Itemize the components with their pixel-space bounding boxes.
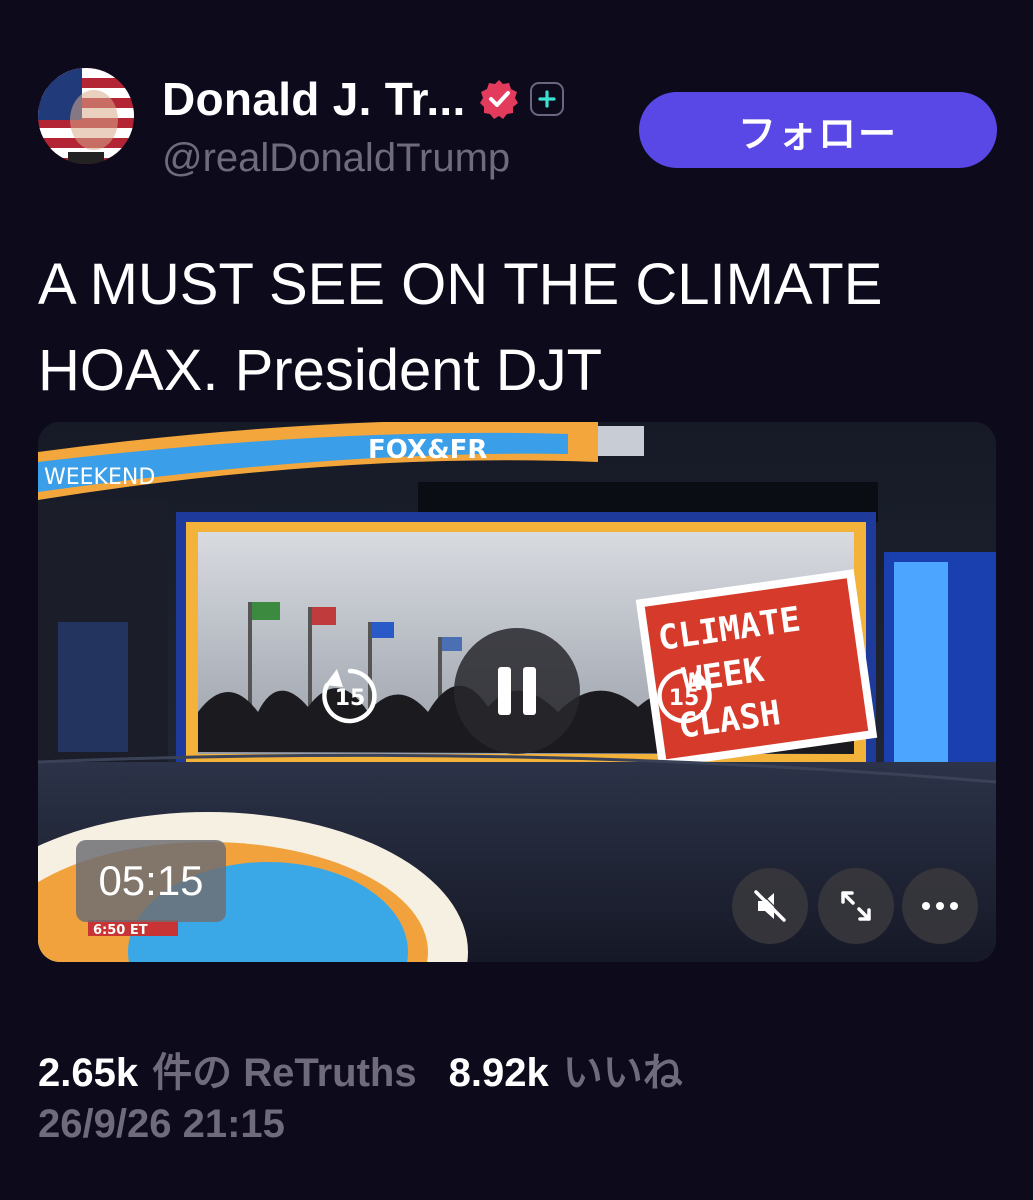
fullscreen-button[interactable]: [818, 868, 894, 944]
retruths-count: 2.65k: [38, 1051, 139, 1095]
svg-text:15: 15: [335, 686, 366, 711]
retruths-label: 件の ReTruths: [152, 1051, 417, 1095]
display-name[interactable]: Donald J. Tr...: [162, 72, 466, 126]
video-player[interactable]: WEEKEND FOX&FR CLIMATE WEEK CLASH 6:50 E…: [38, 422, 996, 962]
svg-text:15: 15: [669, 686, 700, 711]
forward-15-button[interactable]: 15: [646, 658, 722, 734]
fullscreen-icon: [841, 891, 871, 921]
post-timestamp: 26/9/26 21:15: [38, 1102, 285, 1146]
video-duration: 05:15: [76, 840, 226, 922]
mute-button[interactable]: [732, 868, 808, 944]
post-text: A MUST SEE ON THE CLIMATE HOAX. Presiden…: [38, 252, 883, 403]
more-options-button[interactable]: [902, 868, 978, 944]
lower-third-time: 6:50 ET: [93, 923, 148, 938]
post-stats: 2.65k 件の ReTruths 8.92k いいね: [38, 1040, 683, 1098]
likes-label: いいね: [562, 1051, 683, 1095]
mute-icon: [754, 889, 787, 922]
verified-badge-icon: [478, 78, 520, 120]
pause-button[interactable]: [454, 628, 580, 754]
replay-15-icon: 15: [322, 668, 377, 724]
plus-icon[interactable]: [529, 82, 564, 116]
retruths-stat[interactable]: 2.65k 件の ReTruths: [38, 1040, 417, 1098]
replay-15-button[interactable]: 15: [312, 658, 388, 734]
follow-button[interactable]: フォロー: [639, 92, 997, 168]
likes-stat[interactable]: 8.92k いいね: [449, 1040, 683, 1098]
pause-icon: [498, 667, 536, 715]
more-icon: [922, 902, 958, 910]
user-handle[interactable]: @realDonaldTrump: [162, 136, 510, 181]
avatar[interactable]: [38, 68, 134, 164]
post-header: Donald J. Tr... @realDonaldTrump フォロー: [38, 64, 998, 180]
forward-15-icon: 15: [657, 668, 712, 724]
likes-count: 8.92k: [448, 1051, 549, 1095]
channel-logo-text: FOX&FR: [368, 435, 487, 465]
ticker-text: WEEKEND: [44, 465, 155, 490]
